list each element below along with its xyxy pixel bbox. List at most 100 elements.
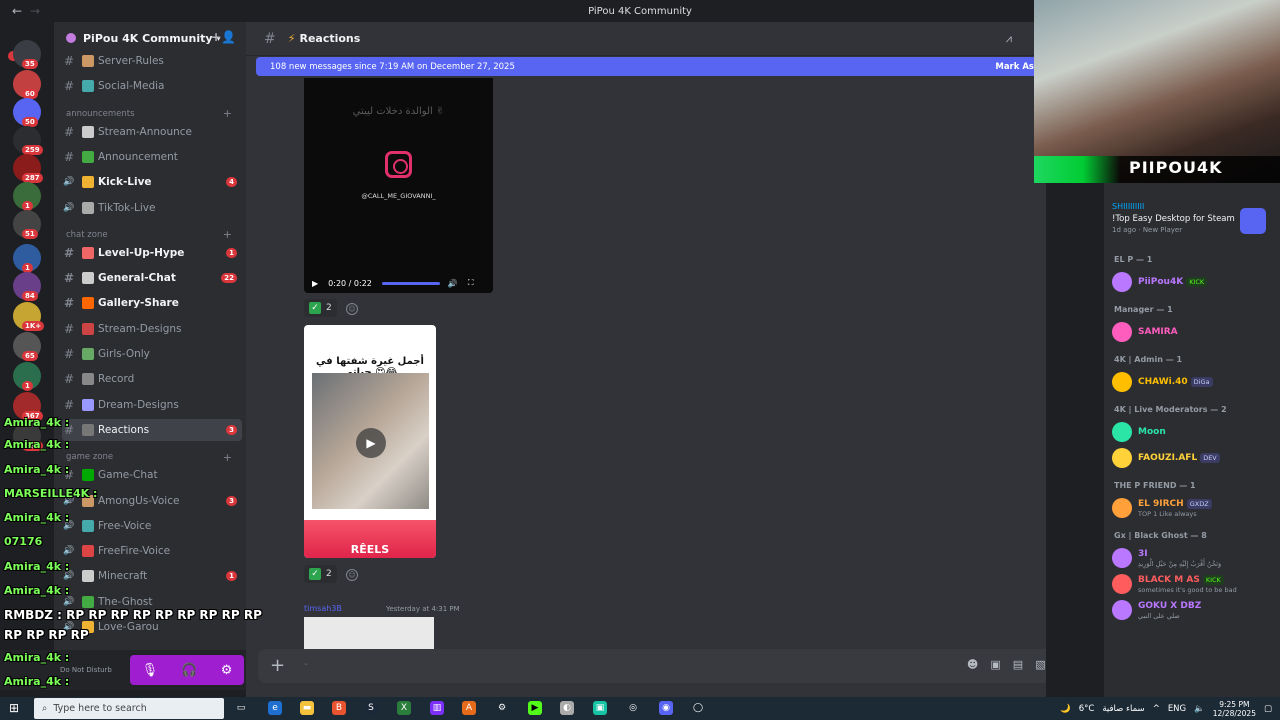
member-row[interactable]: FAOUZI.AFL DEV	[1112, 445, 1280, 471]
channel-level-up-hype[interactable]: # Level-Up-Hype 1	[62, 242, 242, 264]
clock[interactable]: 9:25 PM 12/28/2025	[1213, 700, 1256, 718]
member-row[interactable]: Moon	[1112, 419, 1280, 445]
server-header[interactable]: PiPou 4K Community ▾ +👤	[54, 28, 246, 48]
add-member-icon[interactable]: +👤	[211, 30, 236, 44]
app-icon[interactable]: ◯	[691, 701, 705, 715]
discord-icon[interactable]: ◉	[659, 701, 673, 715]
member-row[interactable]: EL 9IRCH GXDZ TOP 1 Like always	[1112, 495, 1280, 521]
channel-stream-designs[interactable]: # Stream-Designs	[62, 318, 242, 340]
channel-record[interactable]: # Record	[62, 368, 242, 390]
unread-count-badge: 1	[226, 247, 237, 258]
steam-icon[interactable]: S	[364, 701, 378, 715]
member-row[interactable]: 3I وَنَحْنُ أَقْرَبُ إِلَيْهِ مِنْ حَبْلِ…	[1112, 545, 1280, 571]
channel-label: Dream-Designs	[98, 398, 179, 411]
settings-icon[interactable]: ⚙	[495, 701, 509, 715]
threads-icon[interactable]: ⩘	[1006, 32, 1012, 46]
speaker-icon[interactable]: 🔈	[1194, 704, 1205, 714]
kick-icon[interactable]: ▶	[528, 701, 542, 715]
message-author[interactable]: timsah3B	[304, 604, 342, 613]
obs-icon[interactable]: ◎	[626, 701, 640, 715]
channel-social-media[interactable]: # Social-Media	[62, 75, 242, 97]
member-row[interactable]: GOKU X DBZ صلي على النبي	[1112, 597, 1280, 623]
channel-emoji-icon	[82, 398, 94, 411]
member-row[interactable]: PiiPou4K KICK	[1112, 269, 1280, 295]
channel-reactions[interactable]: # Reactions 3	[62, 418, 242, 441]
back-arrow-icon[interactable]: ←	[12, 4, 22, 18]
channel-stream-announce[interactable]: # Stream-Announce	[62, 121, 242, 143]
volume-icon[interactable]: 🔊	[448, 279, 458, 288]
reaction-check[interactable]: ✓ 2	[304, 565, 337, 583]
channel-free-voice[interactable]: 🔊 Free-Voice	[62, 515, 242, 537]
app-icon[interactable]: ◐	[560, 701, 574, 715]
member-row[interactable]: CHAWi.40 DiGa	[1112, 369, 1280, 395]
channel-label: Stream-Announce	[98, 125, 193, 138]
channel-general-chat[interactable]: # General-Chat 22	[62, 267, 242, 289]
video-progress-bar[interactable]	[381, 281, 440, 285]
channel-dream-designs[interactable]: # Dream-Designs	[62, 394, 242, 416]
reel-attachment[interactable]: أجمل غيرة شفتها في حياتي 😍😂 ▶ RÊELS	[304, 325, 436, 558]
task-view-icon[interactable]: ▭	[234, 701, 248, 715]
play-icon[interactable]: ▶	[312, 279, 318, 288]
channel-label: Server-Rules	[98, 55, 164, 67]
emoji-icon[interactable]: ▧	[1035, 658, 1045, 671]
add-channel-icon[interactable]: +	[223, 107, 232, 120]
channel-girls-only[interactable]: # Girls-Only	[62, 343, 242, 365]
server-mention-badge: 35	[22, 59, 38, 69]
channel-category[interactable]: chat zone +	[66, 228, 242, 242]
file-explorer-icon[interactable]: ▬	[300, 701, 314, 715]
gift-icon[interactable]: ☻	[967, 658, 978, 671]
channel-gallery-share[interactable]: # Gallery-Share	[62, 292, 242, 314]
reaction-check[interactable]: ✓ 2	[304, 299, 337, 317]
voice-controls: 🎙 🎧 ⚙	[130, 655, 244, 685]
channel-category[interactable]: game zone +	[66, 450, 242, 464]
channel-amongus-voice[interactable]: 🔊 AmongUs-Voice 3	[62, 490, 242, 512]
mark-as-read-button[interactable]: Mark As	[995, 62, 1034, 72]
tray-up-icon[interactable]: ^	[1153, 704, 1160, 714]
channel-server-rules[interactable]: # Server-Rules	[62, 50, 242, 72]
member-row[interactable]: BLACK M AS KICK sometimes it's good to be …	[1112, 571, 1280, 597]
add-channel-icon[interactable]: +	[223, 451, 232, 464]
language[interactable]: ENG	[1168, 704, 1186, 714]
video-attachment[interactable]: الوالدة دخلات ليبتي ✌ @CALL_ME_GIOVANNI_…	[304, 78, 493, 293]
channel-freefire-voice[interactable]: 🔊 FreeFire-Voice	[62, 540, 242, 562]
app-icon[interactable]: ▥	[430, 701, 444, 715]
new-messages-bar[interactable]: 108 new messages since 7:19 AM on Decemb…	[256, 57, 1046, 76]
taskbar-search[interactable]: ⌕ Type here to search	[34, 698, 224, 719]
forward-arrow-icon[interactable]: →	[30, 4, 40, 18]
channel-tiktok-live[interactable]: 🔊 TikTok-Live	[62, 197, 242, 219]
channel-the-ghost[interactable]: 🔊 The-Ghost	[62, 591, 242, 613]
weather-temp[interactable]: 6°C	[1079, 704, 1095, 714]
activity-card[interactable]: SHIIIIIIIII !Top Easy Desktop for Steam …	[1104, 198, 1280, 238]
role-header: Manager — 1	[1114, 305, 1173, 314]
edge-icon[interactable]: e	[268, 701, 282, 715]
add-reaction-icon[interactable]: ☺	[346, 569, 358, 581]
gif-icon[interactable]: ▣	[990, 658, 1000, 671]
channel-minecraft[interactable]: 🔊 Minecraft 1	[62, 565, 242, 587]
attach-plus-icon[interactable]: +	[270, 655, 285, 676]
channel-category[interactable]: announcements +	[66, 107, 242, 121]
message-composer[interactable]: + - ☻ ▣ ▤ ▧ ▦	[258, 649, 1046, 683]
fullscreen-icon[interactable]: ⛶	[468, 278, 474, 288]
member-row[interactable]: SAMIRA	[1112, 319, 1280, 345]
webcam-overlay: PIIPOU4K	[1034, 0, 1280, 183]
message-attachment[interactable]	[304, 617, 434, 652]
play-icon[interactable]: ▶	[356, 428, 386, 458]
sticker-icon[interactable]: ▤	[1013, 658, 1023, 671]
excel-icon[interactable]: X	[397, 701, 411, 715]
brave-icon[interactable]: B	[332, 701, 346, 715]
app-icon[interactable]: A	[462, 701, 476, 715]
channel-game-chat[interactable]: # Game-Chat	[62, 464, 242, 486]
channel-announcement[interactable]: # Announcement	[62, 146, 242, 168]
add-channel-icon[interactable]: +	[223, 228, 232, 241]
gear-icon[interactable]: ⚙	[221, 663, 233, 678]
channel-love-garou[interactable]: 🔊 Love-Garou	[62, 616, 242, 638]
microphone-icon[interactable]: 🎙	[142, 663, 159, 678]
speaker-icon: 🔊	[63, 571, 75, 582]
channel-kick-live[interactable]: 🔊 Kick-Live 4	[62, 171, 242, 193]
windows-start-icon[interactable]: ⊞	[9, 701, 19, 715]
add-reaction-icon[interactable]: ☺	[346, 303, 358, 315]
headphones-icon[interactable]: 🎧	[181, 663, 197, 678]
app-icon[interactable]: ▣	[593, 701, 607, 715]
notification-icon[interactable]: ▢	[1264, 704, 1272, 714]
member-tag: KICK	[1186, 277, 1208, 287]
